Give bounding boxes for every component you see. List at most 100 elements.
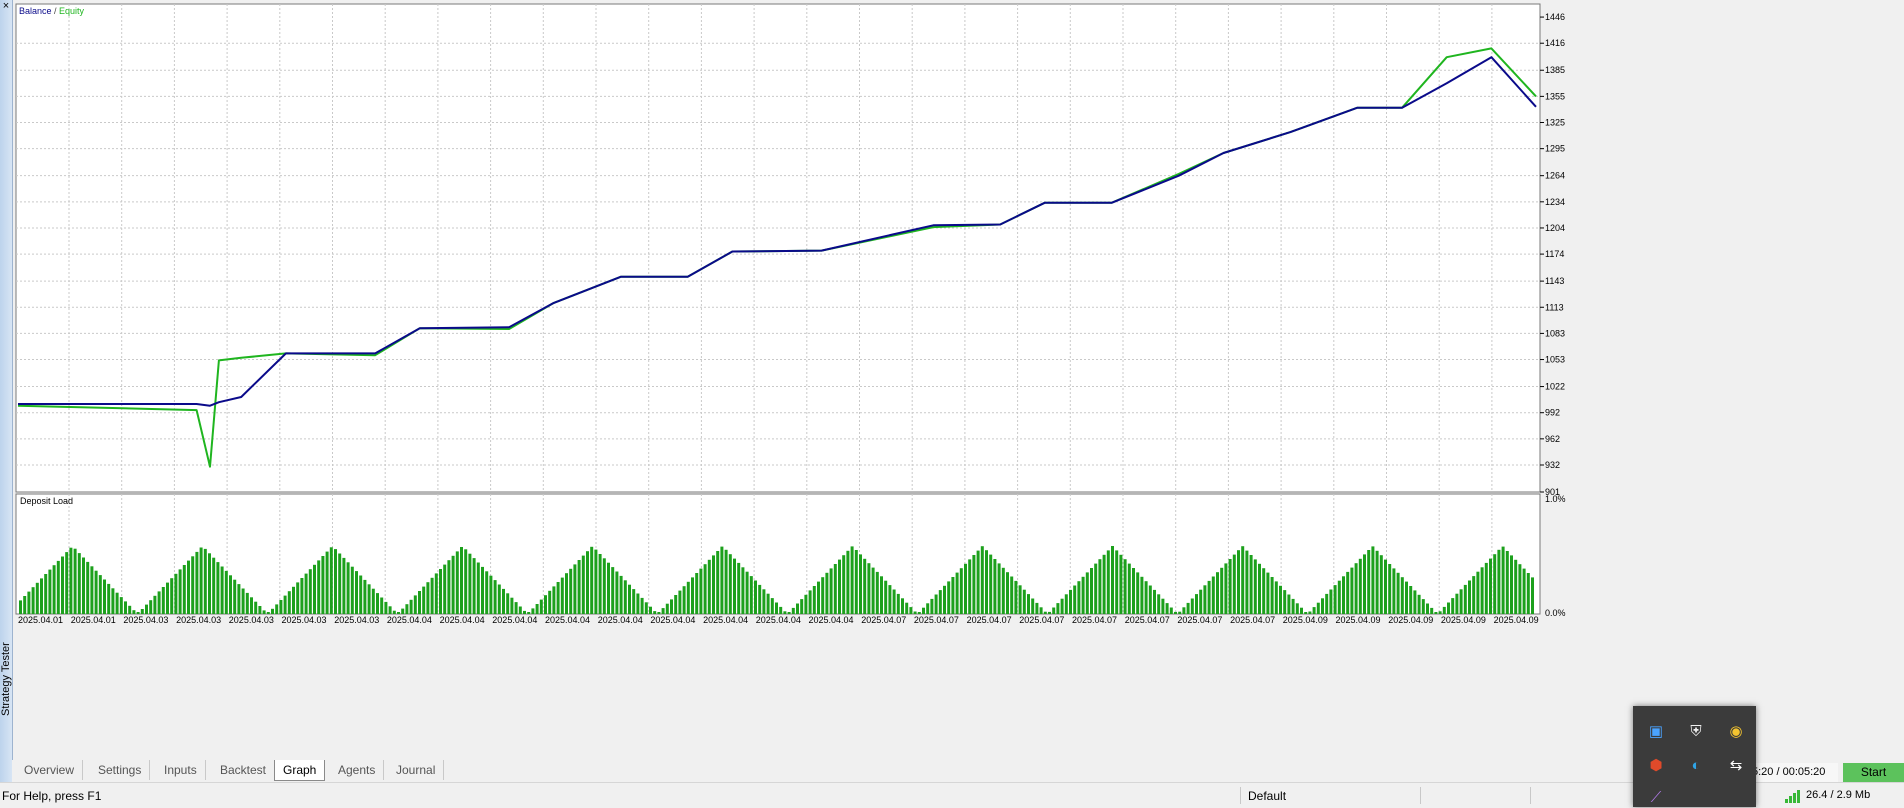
deposit-load-bar bbox=[52, 565, 56, 614]
deposit-load-bar bbox=[434, 573, 438, 614]
x-tick-label: 2025.04.09 bbox=[1494, 615, 1539, 625]
tab-journal[interactable]: Journal bbox=[388, 760, 445, 780]
deposit-load-bar bbox=[392, 610, 396, 614]
deposit-load-bar bbox=[107, 583, 111, 614]
sync-icon[interactable]: ⇆ bbox=[1725, 754, 1747, 776]
deposit-load-bar bbox=[1417, 594, 1421, 614]
deposit-load-bar bbox=[745, 571, 749, 614]
shield-icon[interactable]: ⛨ bbox=[1685, 720, 1707, 742]
deposit-load-bar bbox=[1489, 558, 1492, 614]
deposit-load-bar bbox=[1321, 598, 1324, 614]
start-button[interactable]: Start bbox=[1843, 763, 1904, 782]
deposit-load-bar bbox=[581, 555, 585, 614]
x-tick-label: 2025.04.09 bbox=[1336, 615, 1381, 625]
x-tick-label: 2025.04.03 bbox=[334, 615, 379, 625]
tab-overview[interactable]: Overview bbox=[16, 760, 84, 780]
deposit-load-bar bbox=[481, 566, 484, 614]
edge-icon[interactable]: ◐ bbox=[1685, 754, 1707, 776]
y-tick-label: 932 bbox=[1545, 460, 1560, 470]
deposit-load-bar bbox=[174, 573, 178, 614]
deposit-load-bar bbox=[271, 608, 274, 614]
tab-graph[interactable]: Graph bbox=[274, 760, 326, 781]
deposit-load-bar bbox=[166, 582, 169, 614]
deposit-load-bar bbox=[615, 571, 619, 614]
x-tick-label: 2025.04.04 bbox=[492, 615, 537, 625]
deposit-load-bar bbox=[518, 606, 522, 614]
tab-agents[interactable]: Agents bbox=[330, 760, 385, 780]
deposit-load-bar bbox=[943, 585, 946, 614]
deposit-load-bar bbox=[1304, 612, 1308, 614]
deposit-load-bar bbox=[665, 603, 669, 614]
deposit-load-bar bbox=[867, 563, 871, 614]
deposit-load-bar bbox=[1136, 572, 1140, 614]
deposit-load-bar bbox=[1409, 586, 1413, 614]
deposit-load-bar bbox=[1094, 563, 1098, 614]
deposit-load-bar bbox=[90, 566, 94, 614]
deposit-load-bar bbox=[1249, 555, 1253, 614]
tab-backtest[interactable]: Backtest bbox=[212, 760, 276, 780]
deposit-load-bar bbox=[993, 559, 997, 614]
x-tick-label: 2025.04.09 bbox=[1283, 615, 1328, 625]
deposit-load-bar bbox=[888, 585, 892, 614]
deposit-load-bar bbox=[686, 581, 690, 614]
deposit-load-bar bbox=[1455, 593, 1459, 614]
deposit-load-bar bbox=[241, 588, 245, 614]
deposit-load-bar bbox=[901, 598, 904, 614]
status-separator bbox=[1240, 787, 1241, 804]
deposit-load-bar bbox=[829, 568, 833, 614]
deposit-load-bar bbox=[640, 597, 644, 614]
deposit-load-bar bbox=[82, 557, 85, 614]
x-tick-label: 2025.04.07 bbox=[967, 615, 1012, 625]
deposit-load-bar bbox=[959, 568, 963, 614]
deposit-load-bar bbox=[1300, 607, 1303, 614]
deposit-load-bar bbox=[741, 567, 745, 614]
deposit-load-bar bbox=[254, 601, 258, 614]
y-tick-label: 1113 bbox=[1545, 302, 1564, 312]
deposit-load-bar bbox=[157, 591, 161, 614]
deposit-load-bar bbox=[556, 582, 560, 614]
deposit-load-bar bbox=[1501, 546, 1505, 614]
deposit-load-bar bbox=[1463, 584, 1467, 614]
deposit-load-bar bbox=[636, 593, 640, 614]
deposit-load-bar bbox=[972, 555, 976, 614]
deposit-load-bar bbox=[1077, 581, 1081, 614]
deposit-load-bar bbox=[1434, 612, 1438, 614]
deposit-load-bar bbox=[325, 551, 329, 614]
deposit-load-bar bbox=[917, 612, 921, 614]
chart-legend: Balance / Equity bbox=[19, 6, 85, 16]
deposit-load-bar bbox=[1174, 611, 1177, 614]
deposit-load-bar bbox=[628, 584, 631, 614]
deposit-load-bar bbox=[602, 558, 606, 614]
deposit-load-bar bbox=[182, 565, 186, 614]
deposit-load-bar bbox=[334, 549, 337, 614]
deposit-load-bar bbox=[418, 591, 421, 614]
deposit-load-bar bbox=[245, 592, 249, 614]
deposit-load-bar bbox=[1169, 607, 1173, 614]
deposit-load-bar bbox=[266, 612, 270, 614]
x-tick-label: 2025.04.04 bbox=[598, 615, 643, 625]
deposit-load-bar bbox=[514, 602, 518, 614]
deposit-load-bar bbox=[997, 563, 1001, 614]
y-tick-label: 1053 bbox=[1545, 355, 1565, 365]
deposit-load-bar bbox=[1270, 577, 1274, 614]
monitor-icon[interactable]: ▣ bbox=[1645, 720, 1667, 742]
legend-separator: / bbox=[52, 6, 60, 16]
deposit-load-bar bbox=[447, 560, 451, 614]
deposit-load-bar bbox=[1510, 555, 1513, 614]
deposit-load-bar bbox=[623, 580, 627, 614]
deposit-load-bar bbox=[1090, 568, 1093, 614]
chrome-icon[interactable]: ◉ bbox=[1725, 720, 1747, 742]
tab-inputs[interactable]: Inputs bbox=[156, 760, 206, 780]
deposit-load-bar bbox=[489, 575, 493, 614]
deposit-load-bar bbox=[905, 602, 909, 614]
deposit-load-bar bbox=[535, 604, 539, 614]
deposit-load-bar bbox=[1165, 603, 1169, 614]
deposit-load-bar bbox=[791, 607, 795, 614]
antivirus-icon[interactable]: ⬢ bbox=[1645, 754, 1667, 776]
deposit-load-bar bbox=[1001, 567, 1005, 614]
deposit-load-bar bbox=[292, 586, 295, 614]
deposit-load-bar bbox=[842, 555, 846, 614]
feather-icon[interactable]: ⟋ bbox=[1645, 786, 1667, 808]
deposit-load-bar bbox=[1363, 554, 1366, 614]
tab-settings[interactable]: Settings bbox=[90, 760, 151, 780]
